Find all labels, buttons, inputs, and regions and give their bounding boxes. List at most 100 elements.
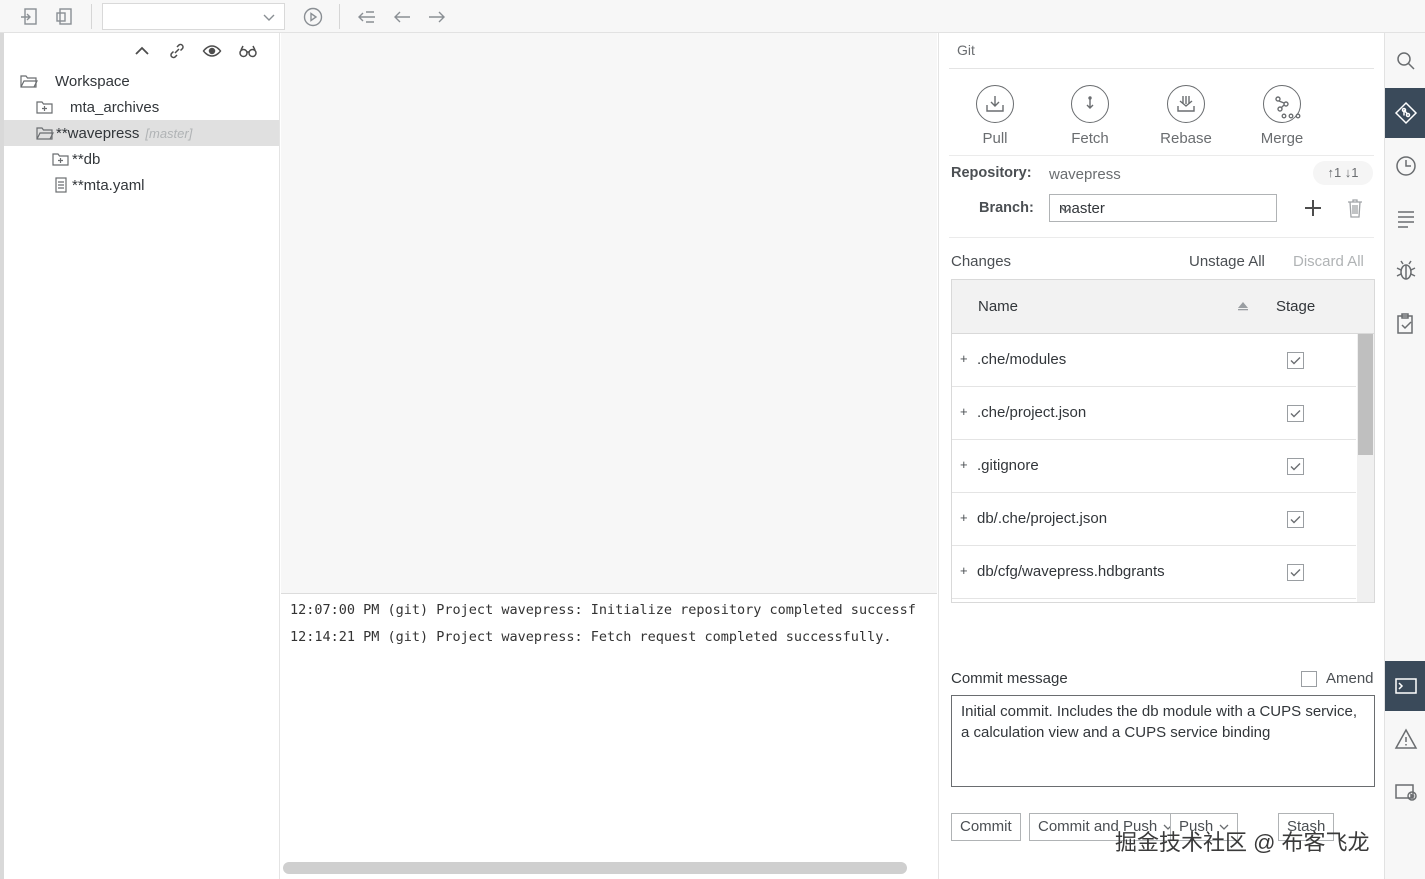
column-header-name[interactable]: Name <box>978 298 1018 315</box>
pull-button[interactable]: Pull <box>955 85 1035 147</box>
back-history-icon[interactable] <box>356 6 378 28</box>
rebase-label: Rebase <box>1160 130 1212 147</box>
scrollbar-thumb[interactable] <box>1358 334 1373 455</box>
file-name: db/.che/project.json <box>977 510 1108 527</box>
clipboard-check-icon[interactable] <box>1385 299 1425 349</box>
pull-label: Pull <box>982 130 1008 147</box>
run-console-icon[interactable] <box>1385 767 1425 817</box>
run-icon[interactable] <box>302 6 324 28</box>
branch-tag: [master] <box>145 126 193 141</box>
right-sidebar <box>1384 33 1425 879</box>
commit-button[interactable]: Commit <box>951 813 1021 841</box>
stage-checkbox[interactable] <box>1287 511 1304 528</box>
changes-label: Changes <box>951 253 1012 270</box>
editor-area[interactable] <box>281 33 937 593</box>
stage-checkbox[interactable] <box>1287 352 1304 369</box>
stage-checkbox[interactable] <box>1287 564 1304 581</box>
folder-open-icon <box>20 73 38 89</box>
file-icon <box>52 177 70 193</box>
table-row[interactable]: + .che/modules <box>952 334 1356 387</box>
stage-checkbox[interactable] <box>1287 458 1304 475</box>
merge-label: Merge <box>1260 130 1304 147</box>
history-icon[interactable] <box>1385 141 1425 191</box>
toolbar-separator <box>91 4 92 29</box>
workspace-explorer: Workspace mta_archives **wavepress [maste… <box>0 33 280 879</box>
rebase-icon <box>1167 85 1205 123</box>
fetch-button[interactable]: Fetch <box>1050 85 1130 147</box>
console-icon[interactable] <box>1385 661 1425 711</box>
link-with-editor-icon[interactable] <box>167 41 187 61</box>
collapse-all-icon[interactable] <box>132 41 152 61</box>
import-project-icon[interactable] <box>19 6 41 28</box>
discard-all-button[interactable]: Discard All <box>1293 253 1364 270</box>
check-icon <box>1290 410 1301 418</box>
git-icon[interactable] <box>1385 88 1425 138</box>
table-row[interactable]: + db/.che/project.json <box>952 493 1356 546</box>
commit-message-label: Commit message <box>951 670 1068 687</box>
fetch-icon <box>1071 85 1109 123</box>
tree-item-mta-archives[interactable]: mta_archives <box>4 94 279 120</box>
file-name: .che/modules <box>977 351 1067 368</box>
added-marker: + <box>960 404 968 419</box>
column-header-stage[interactable]: Stage <box>1276 298 1315 315</box>
amend-checkbox[interactable] <box>1301 671 1317 687</box>
table-row[interactable]: + db/cfg/wavepress.hdbgrants <box>952 546 1356 599</box>
add-branch-icon[interactable] <box>1301 196 1325 220</box>
sync-status-badge: ↑1 ↓1 <box>1313 161 1373 185</box>
toolbar-separator <box>339 4 340 29</box>
folder-open-icon <box>36 125 54 141</box>
show-hidden-icon[interactable] <box>202 41 222 61</box>
stage-checkbox[interactable] <box>1287 405 1304 422</box>
main-toolbar <box>0 0 1425 33</box>
unstage-all-button[interactable]: Unstage All <box>1189 253 1265 270</box>
amend-label: Amend <box>1326 670 1374 687</box>
console-line: 12:14:21 PM (git) Project wavepress: Fet… <box>290 629 892 645</box>
back-arrow-icon[interactable] <box>391 6 413 28</box>
tree-item-workspace[interactable]: Workspace <box>4 68 279 94</box>
console-line: 12:07:00 PM (git) Project wavepress: Ini… <box>290 602 916 618</box>
divider <box>949 237 1374 238</box>
added-marker: + <box>960 563 968 578</box>
trash-icon[interactable] <box>1345 197 1365 219</box>
check-icon <box>1290 516 1301 524</box>
tree-item-label: **wavepress <box>56 125 140 142</box>
run-configuration-select[interactable] <box>102 3 285 30</box>
sort-ascending-icon[interactable] <box>1236 301 1250 311</box>
file-name: .gitignore <box>977 457 1039 474</box>
divider <box>949 155 1374 156</box>
table-scrollbar[interactable] <box>1357 334 1374 602</box>
tree-item-label: mta_archives <box>70 99 160 116</box>
divider <box>949 68 1374 69</box>
branch-label: Branch: <box>979 200 1034 216</box>
outline-icon[interactable] <box>1385 194 1425 244</box>
git-pane-title: Git <box>957 42 975 58</box>
repository-value: wavepress <box>1049 166 1121 183</box>
folder-icon <box>36 99 54 115</box>
console-horizontal-scrollbar[interactable] <box>283 862 907 874</box>
table-row[interactable]: + .gitignore <box>952 440 1356 493</box>
tree-item-mta-yaml[interactable]: **mta.yaml <box>4 172 279 198</box>
commit-message-textarea[interactable]: Initial commit. Includes the db module w… <box>951 695 1375 787</box>
export-project-icon[interactable] <box>54 6 76 28</box>
table-row[interactable]: + .che/project.json <box>952 387 1356 440</box>
rebase-button[interactable]: Rebase <box>1146 85 1226 147</box>
search-icon[interactable] <box>1385 36 1425 86</box>
commit-button-label: Commit <box>960 818 1012 835</box>
more-actions-icon[interactable] <box>1279 111 1303 121</box>
watermark-text: 掘金技术社区 @ 布客飞龙 <box>1115 830 1370 855</box>
debug-icon[interactable] <box>1385 246 1425 296</box>
binoculars-icon[interactable] <box>238 41 258 61</box>
git-pane: Git Pull Fetch Rebase Merge Repository: … <box>938 33 1383 879</box>
tree-item-db[interactable]: **db <box>4 146 279 172</box>
tree-item-label: Workspace <box>55 73 130 90</box>
branch-select[interactable]: master <box>1049 194 1277 222</box>
chevron-down-icon <box>1059 202 1073 216</box>
pull-icon <box>976 85 1014 123</box>
check-icon <box>1290 357 1301 365</box>
added-marker: + <box>960 457 968 472</box>
console-output[interactable]: 12:07:00 PM (git) Project wavepress: Ini… <box>281 593 937 879</box>
problems-icon[interactable] <box>1385 714 1425 764</box>
tree-item-wavepress[interactable]: **wavepress [master] <box>4 120 279 146</box>
forward-arrow-icon[interactable] <box>426 6 448 28</box>
chevron-down-icon <box>262 10 276 24</box>
